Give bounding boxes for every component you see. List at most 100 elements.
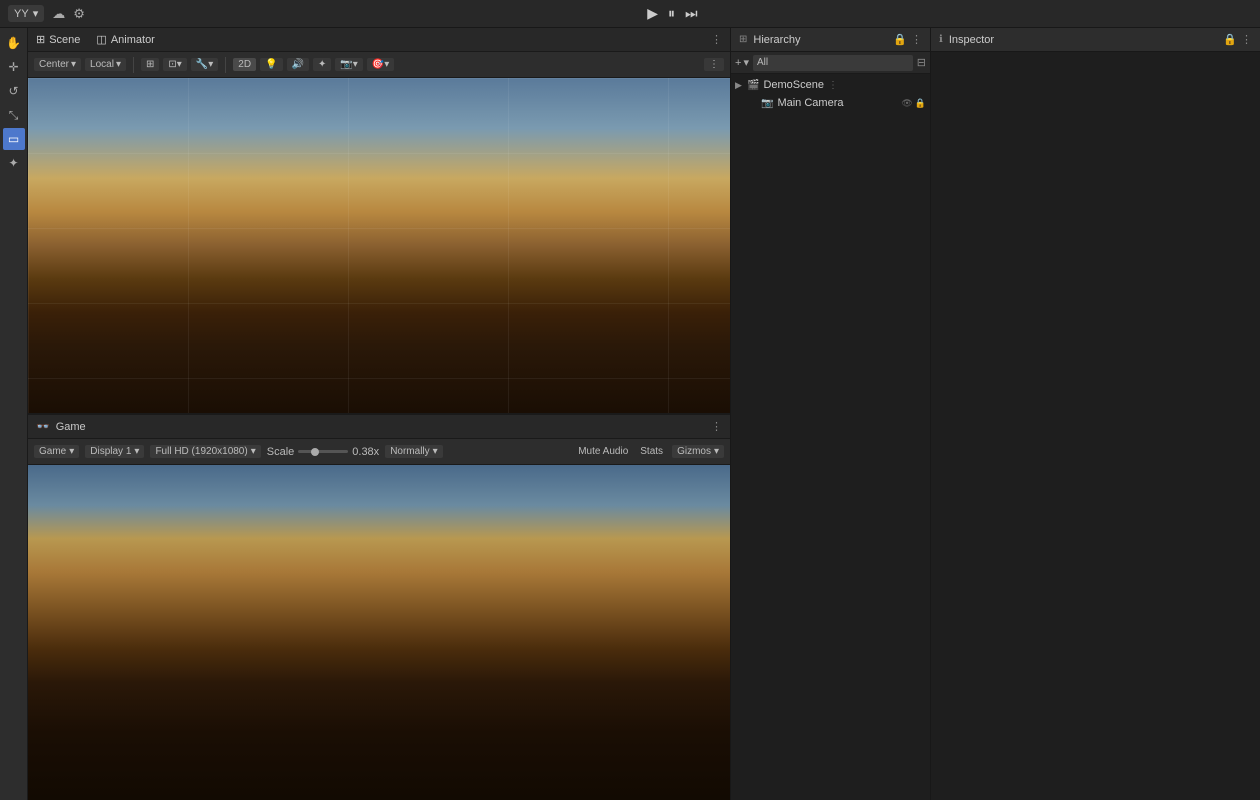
tool-rect[interactable]: ▭ xyxy=(3,128,25,150)
scene-gizmos[interactable]: 🎯▾ xyxy=(367,58,394,71)
inspector-header-icons: 🔒 ⋮ xyxy=(1223,33,1252,46)
tool-hand[interactable]: ✋ xyxy=(3,32,25,54)
cloud-icon[interactable]: ☁ xyxy=(52,6,65,22)
hierarchy-icon: ⊞ xyxy=(739,34,747,45)
game-header-menu[interactable]: ⋮ xyxy=(711,420,722,433)
visibility-eye-icon[interactable]: 👁 xyxy=(901,98,912,109)
right-panels: ⊞ Hierarchy 🔒 ⋮ + ▾ ⊟ xyxy=(730,28,1260,800)
inspector-header: ℹ Inspector 🔒 ⋮ xyxy=(931,28,1260,52)
top-bar: YY ▾ ☁ ⚙ ▶ ⏸ ⏭ xyxy=(0,0,1260,28)
demoscene-label: DemoScene xyxy=(763,79,824,91)
scene-tab[interactable]: ⊞ Scene xyxy=(36,33,80,46)
add-icon: + xyxy=(735,57,741,69)
hierarchy-section: ⊞ Hierarchy 🔒 ⋮ + ▾ ⊟ xyxy=(731,28,931,800)
scene-panel: ⊞ Scene ◫ Animator ⋮ Center ▾ Local ▾ xyxy=(28,28,730,415)
add-arrow: ▾ xyxy=(743,56,749,69)
scale-control: Scale 0.38x xyxy=(267,446,379,458)
lighting-toggle[interactable]: 💡 xyxy=(260,58,282,71)
hierarchy-tree: ▶ 🎬 DemoScene ⋮ ▶ 📷 Main Camera 👁 🔒 xyxy=(731,74,930,800)
demoscene-menu[interactable]: ⋮ xyxy=(828,80,838,91)
step-button[interactable]: ⏭ xyxy=(685,5,698,22)
grid-snap-btn[interactable]: ⊞ xyxy=(141,58,159,71)
pause-button[interactable]: ⏸ xyxy=(668,5,675,22)
mute-audio-button[interactable]: Mute Audio xyxy=(575,445,631,458)
tool-rotate[interactable]: ↺ xyxy=(3,80,25,102)
effects-toggle[interactable]: ✦ xyxy=(313,58,331,71)
center-dropdown[interactable]: Center ▾ xyxy=(34,58,81,71)
hierarchy-header-icons: 🔒 ⋮ xyxy=(893,33,922,46)
game-panel: 👓 Game ⋮ Game ▾ Display 1 ▾ Full HD (192… xyxy=(28,415,730,800)
tool-scale[interactable]: ⤡ xyxy=(3,104,25,126)
toolbar-separator-2 xyxy=(225,57,226,73)
tool-transform[interactable]: ✦ xyxy=(3,152,25,174)
scene-tab-icon: ⊞ xyxy=(36,33,45,46)
play-button[interactable]: ▶ xyxy=(647,5,658,22)
scale-slider-thumb[interactable] xyxy=(311,448,319,456)
hierarchy-item-demoscene[interactable]: ▶ 🎬 DemoScene ⋮ xyxy=(731,76,930,94)
settings-icon[interactable]: ⚙ xyxy=(73,6,85,22)
toolbar-separator-1 xyxy=(133,57,134,73)
game-panel-header: 👓 Game ⋮ xyxy=(28,415,730,439)
playback-controls: ▶ ⏸ ⏭ xyxy=(647,5,697,22)
display-dropdown[interactable]: Display 1 ▾ xyxy=(85,445,144,458)
scale-slider[interactable] xyxy=(298,450,348,453)
animator-tab-label: Animator xyxy=(111,34,155,46)
scale-label: Scale xyxy=(267,446,295,458)
user-account[interactable]: YY ▾ xyxy=(8,5,44,22)
camera-overlay[interactable]: 📷▾ xyxy=(335,58,362,71)
gizmos-dropdown[interactable]: Gizmos ▾ xyxy=(672,445,724,458)
maincamera-vis: 👁 🔒 xyxy=(901,98,926,109)
game-right-buttons: Mute Audio Stats Gizmos ▾ xyxy=(575,445,724,458)
inspector-panel-icon: ℹ xyxy=(939,34,943,45)
scene-viewport[interactable] xyxy=(28,78,730,413)
scene-game-area: ⊞ Scene ◫ Animator ⋮ Center ▾ Local ▾ xyxy=(28,28,730,800)
game-tab-icon: 👓 xyxy=(36,420,50,433)
scene-options-menu[interactable]: ⋮ xyxy=(704,58,724,71)
resolution-dropdown[interactable]: Full HD (1920x1080) ▾ xyxy=(150,445,260,458)
local-dropdown[interactable]: Local ▾ xyxy=(85,58,126,71)
right-split: ⊞ Hierarchy 🔒 ⋮ + ▾ ⊟ xyxy=(731,28,1260,800)
main-area: ✋ ✛ ↺ ⤡ ▭ ✦ ⊞ Scene ◫ Animator ⋮ xyxy=(0,28,1260,800)
hierarchy-toolbar: + ▾ ⊟ xyxy=(731,52,930,74)
hierarchy-header: ⊞ Hierarchy 🔒 ⋮ xyxy=(731,28,930,52)
tool-move[interactable]: ✛ xyxy=(3,56,25,78)
game-tab-label[interactable]: Game xyxy=(56,421,86,433)
scene-panel-header: ⊞ Scene ◫ Animator ⋮ xyxy=(28,28,730,52)
inspector-menu-icon[interactable]: ⋮ xyxy=(1241,33,1252,46)
animator-tab[interactable]: ◫ Animator xyxy=(96,33,154,46)
scene-grid-overlay xyxy=(28,78,730,413)
scene-header-menu[interactable]: ⋮ xyxy=(711,33,722,46)
hierarchy-menu-icon[interactable]: ⋮ xyxy=(911,33,922,46)
gizmos-toggle[interactable]: 🔧▾ xyxy=(191,58,218,71)
game-background xyxy=(28,465,730,800)
game-viewport[interactable] xyxy=(28,465,730,800)
inspector-section: ℹ Inspector 🔒 ⋮ xyxy=(931,28,1260,800)
game-toolbar: Game ▾ Display 1 ▾ Full HD (1920x1080) ▾… xyxy=(28,439,730,465)
scene-toolbar: Center ▾ Local ▾ ⊞ ⊡▾ 🔧▾ 2D 💡 🔊 ✦ 📷▾ 🎯▾ xyxy=(28,52,730,78)
maincamera-label: Main Camera xyxy=(777,97,843,109)
scale-value: 0.38x xyxy=(352,446,379,458)
visibility-lock-icon[interactable]: 🔒 xyxy=(915,98,926,109)
stats-button[interactable]: Stats xyxy=(637,445,666,458)
dropdown-arrow: ▾ xyxy=(33,7,39,20)
game-view-dropdown[interactable]: Game ▾ xyxy=(34,445,79,458)
hierarchy-add-button[interactable]: + ▾ xyxy=(735,56,749,69)
hierarchy-grid-icon[interactable]: ⊟ xyxy=(917,56,926,69)
hierarchy-search-input[interactable] xyxy=(753,55,913,71)
normally-dropdown[interactable]: Normally ▾ xyxy=(385,445,442,458)
grid-settings-btn[interactable]: ⊡▾ xyxy=(163,58,186,71)
inspector-body xyxy=(931,52,1260,800)
2d-toggle[interactable]: 2D xyxy=(233,58,256,71)
demoscene-icon: 🎬 xyxy=(747,80,759,91)
hierarchy-title: Hierarchy xyxy=(753,34,887,46)
hierarchy-lock-icon[interactable]: 🔒 xyxy=(893,33,907,46)
inspector-lock-icon[interactable]: 🔒 xyxy=(1223,33,1237,46)
hierarchy-item-maincamera[interactable]: ▶ 📷 Main Camera 👁 🔒 xyxy=(731,94,930,112)
audio-toggle[interactable]: 🔊 xyxy=(287,58,309,71)
scene-tab-label: Scene xyxy=(49,34,80,46)
user-label: YY xyxy=(14,8,29,20)
inspector-title: Inspector xyxy=(949,34,1217,46)
left-toolbar: ✋ ✛ ↺ ⤡ ▭ ✦ xyxy=(0,28,28,800)
maincamera-icon: 📷 xyxy=(761,98,773,109)
demoscene-arrow: ▶ xyxy=(735,80,745,91)
